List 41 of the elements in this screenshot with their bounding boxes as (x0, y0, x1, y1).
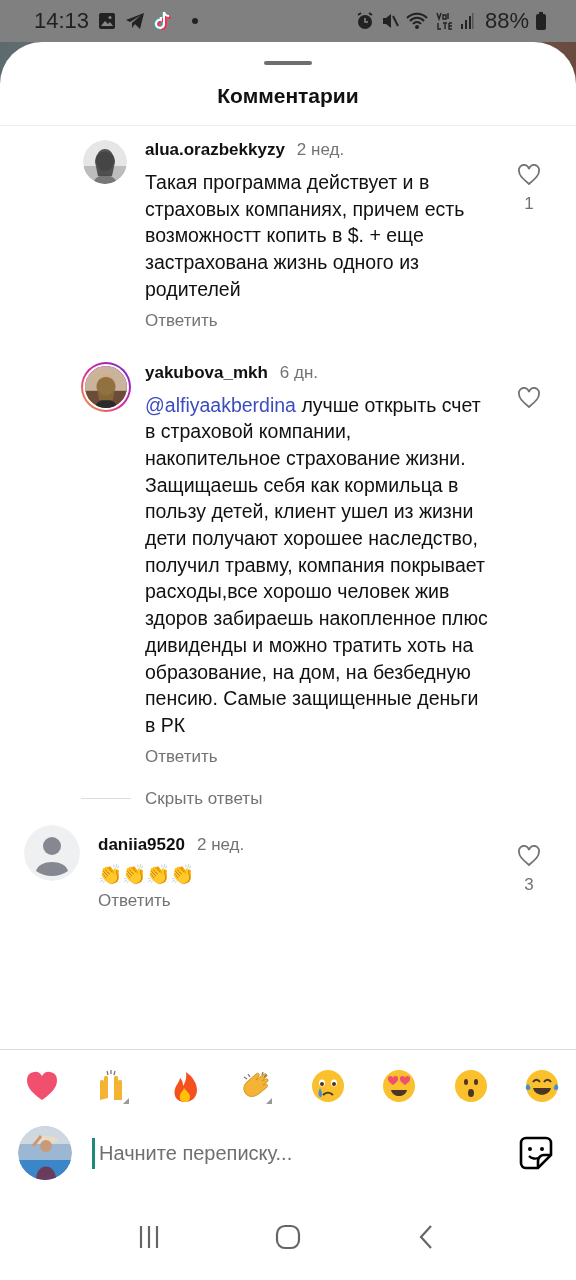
like-count: 3 (524, 874, 534, 895)
clock-time: 14:13 (34, 8, 90, 34)
comment-text: Такая программа действует и в страховых компаниях, причем есть возможностт копить в $. + еще застрахована жизнь одного из родителей (145, 170, 466, 302)
comment-text: 👏👏👏👏 (98, 861, 195, 887)
heart-icon[interactable] (517, 844, 541, 867)
heart-eyes-icon[interactable] (381, 1068, 418, 1104)
signal-icon (459, 12, 474, 30)
username[interactable]: daniia9520 (98, 834, 185, 855)
hide-replies-link[interactable]: Скрыть ответы (145, 788, 263, 809)
comment-time: 6 дн. (279, 362, 319, 383)
default-avatar-icon[interactable] (24, 824, 80, 881)
mention-link[interactable]: @alfiyaakberdina (145, 393, 296, 416)
reply-link[interactable]: Ответить (145, 310, 218, 331)
muted-speaker-icon (380, 12, 399, 30)
username[interactable]: yakubova_mkh (145, 362, 268, 383)
comment-text: @alfiyaakberdina лучше открыть счет в страховой компании, накопительное страхование жизни. Защищаешь себя как кормильца в пользу детей, клиент ушел из жизни дети получают хорошее наследство, получил травму, компания покрывает расходы,все хорошо человек жив здоров забираешь накопленное плюс дивиденды и можно тратить хоть на образование, на дом, на безбедную пенсию. Самые защищенные деньги в РК (145, 392, 489, 738)
battery-icon (536, 12, 546, 30)
reply-link[interactable]: Ответить (145, 746, 218, 767)
dot-icon (191, 17, 200, 25)
comment-time: 2 нед. (196, 834, 245, 855)
surprised-face-icon[interactable] (452, 1068, 489, 1104)
like-count: 1 (524, 194, 534, 214)
heart-icon[interactable] (517, 386, 541, 409)
reply-link[interactable]: Ответить (98, 891, 171, 912)
crying-face-icon[interactable] (309, 1068, 346, 1104)
paper-plane-icon (125, 12, 146, 30)
drag-handle[interactable] (264, 61, 312, 65)
battery-percent: 88% (484, 8, 529, 34)
home-icon[interactable] (275, 1224, 301, 1250)
comment-input[interactable]: Начните переписку... (92, 1137, 498, 1169)
tears-of-joy-icon[interactable] (523, 1068, 560, 1104)
sheet-title: Комментарии (0, 65, 576, 126)
volte-icon (434, 11, 453, 31)
music-note-icon (154, 11, 173, 31)
username[interactable]: alua.orazbekkyzy (145, 140, 285, 160)
image-icon (98, 12, 117, 30)
heart-icon[interactable] (517, 164, 541, 186)
comment-time: 2 нед. (296, 140, 345, 160)
sticker-icon[interactable] (518, 1135, 554, 1171)
wifi-icon (405, 12, 428, 30)
alarm-clock-icon (355, 12, 374, 30)
